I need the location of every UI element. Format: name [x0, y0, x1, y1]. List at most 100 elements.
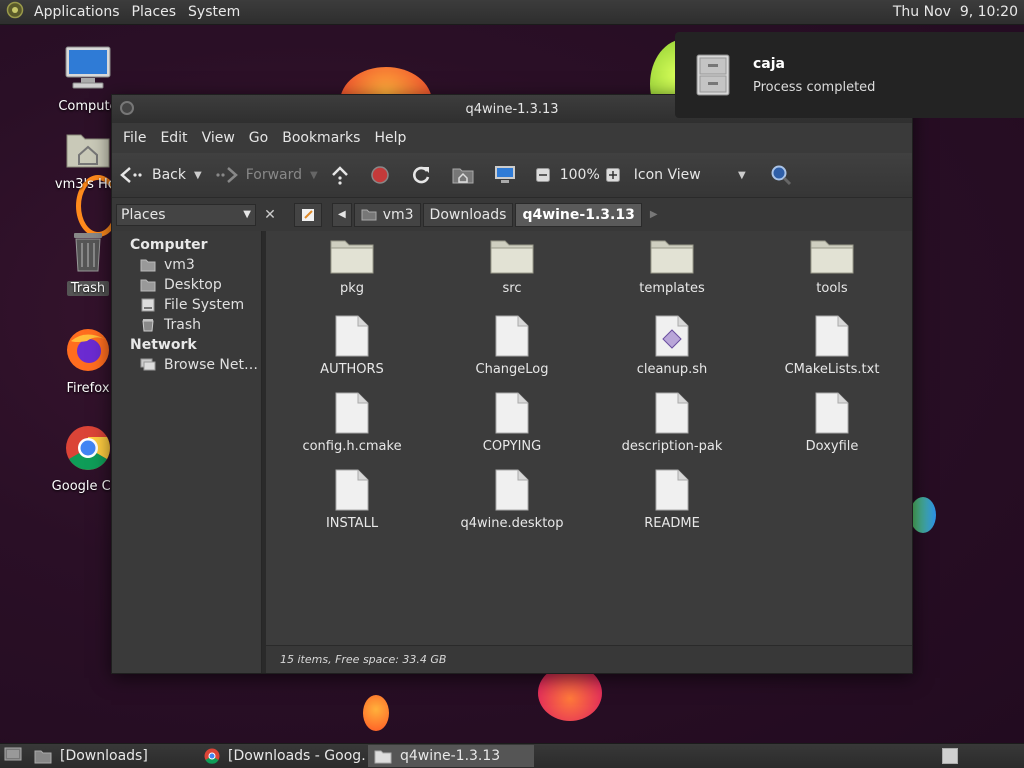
- folder-item[interactable]: tools: [752, 237, 912, 314]
- sidebar-type-value: Places: [121, 206, 166, 223]
- clock[interactable]: Thu Nov 9, 10:20: [893, 4, 1024, 20]
- stop-button[interactable]: [370, 165, 398, 185]
- breadcrumb: ◀ vm3 Downloads q4wine-1.3.13 ▶: [294, 202, 666, 228]
- bottom-panel: [Downloads] [Downloads - Goog… q4wine-1.…: [0, 743, 1024, 768]
- search-button[interactable]: [770, 164, 800, 186]
- window-menu-icon[interactable]: [120, 101, 134, 115]
- sidebar-item-file-system[interactable]: File System: [112, 295, 261, 315]
- file-item[interactable]: cleanup.sh: [592, 314, 752, 391]
- breadcrumb-current[interactable]: q4wine-1.3.13: [515, 202, 642, 227]
- taskbar-item-q4wine[interactable]: q4wine-1.3.13: [368, 745, 534, 767]
- chrome-icon: [204, 748, 220, 764]
- breadcrumb-scroll-right[interactable]: ▶: [644, 203, 664, 227]
- menu-system[interactable]: System: [182, 4, 246, 20]
- reload-icon: [412, 166, 429, 184]
- file-item[interactable]: Doxyfile: [752, 391, 912, 468]
- breadcrumb-vm3[interactable]: vm3: [353, 202, 421, 227]
- file-item[interactable]: ChangeLog: [432, 314, 592, 391]
- notification-popup[interactable]: caja Process completed: [675, 32, 1024, 118]
- menu-edit[interactable]: Edit: [153, 130, 194, 146]
- menu-go[interactable]: Go: [242, 130, 275, 146]
- folder-icon: [34, 750, 52, 763]
- sidebar-item-vm3[interactable]: vm3: [112, 255, 261, 275]
- sidebar-type-select[interactable]: Places ▼: [116, 203, 256, 226]
- edit-location-icon: [302, 208, 314, 221]
- menu-help[interactable]: Help: [367, 130, 413, 146]
- status-bar: 15 items, Free space: 33.4 GB: [266, 645, 912, 673]
- menu-bookmarks[interactable]: Bookmarks: [275, 130, 367, 146]
- home-icon: [361, 209, 377, 221]
- menubar: File Edit View Go Bookmarks Help: [112, 123, 912, 153]
- file-item[interactable]: AUTHORS: [272, 314, 432, 391]
- folder-item[interactable]: pkg: [272, 237, 432, 314]
- file-item[interactable]: INSTALL: [272, 468, 432, 545]
- computer-icon: [494, 166, 515, 183]
- home-folder-icon: [140, 259, 156, 272]
- workspace-switcher[interactable]: [942, 748, 958, 764]
- file-name-label: description-pak: [621, 439, 723, 454]
- sidebar-item-browse-network[interactable]: Browse Net…: [112, 355, 261, 375]
- view-mode-value: Icon View: [633, 167, 701, 183]
- sidebar-item-trash[interactable]: Trash: [112, 315, 261, 335]
- file-item[interactable]: q4wine.desktop: [432, 468, 592, 545]
- breadcrumb-scroll-left[interactable]: ◀: [332, 202, 352, 227]
- menu-file[interactable]: File: [116, 130, 153, 146]
- search-icon: [771, 165, 791, 186]
- file-item[interactable]: CMakeLists.txt: [752, 314, 912, 391]
- zoom-in-icon: [605, 168, 620, 182]
- text-file-icon: [815, 315, 849, 357]
- taskbar-item-label: [Downloads - Goog…: [228, 748, 366, 764]
- zoom-out-button[interactable]: 100%: [535, 167, 600, 183]
- file-item[interactable]: README: [592, 468, 752, 545]
- taskbar-item-downloads[interactable]: [Downloads]: [28, 745, 196, 767]
- file-name-label: pkg: [339, 281, 365, 296]
- text-file-icon: [335, 469, 369, 511]
- forward-button[interactable]: Forward ▼: [214, 166, 318, 184]
- computer-icon: [40, 45, 136, 95]
- computer-button[interactable]: [494, 165, 524, 185]
- text-file-icon: [495, 315, 529, 357]
- file-name-label: AUTHORS: [320, 362, 384, 377]
- file-name-label: README: [644, 516, 700, 531]
- chevron-down-icon[interactable]: ▼: [310, 170, 318, 181]
- reload-button[interactable]: [410, 164, 440, 186]
- folder-icon: [330, 240, 374, 274]
- file-name-label: CMakeLists.txt: [784, 362, 880, 377]
- menu-logo-icon[interactable]: [0, 1, 28, 23]
- home-button[interactable]: [452, 166, 482, 184]
- sidebar-item-desktop[interactable]: Desktop: [112, 275, 261, 295]
- wallpaper-shape: [363, 695, 389, 731]
- zoom-in-button[interactable]: [605, 168, 628, 182]
- menu-places[interactable]: Places: [126, 4, 183, 20]
- breadcrumb-downloads[interactable]: Downloads: [422, 202, 514, 227]
- back-button[interactable]: Back ▼: [120, 166, 202, 184]
- location-bar: Places ▼ ✕ ◀ vm3 Downloads q4wine-1.3.13…: [112, 197, 912, 231]
- file-item[interactable]: config.h.cmake: [272, 391, 432, 468]
- show-desktop-icon[interactable]: [0, 746, 28, 766]
- sidebar-item-label: Trash: [164, 317, 201, 333]
- text-file-icon: [655, 392, 689, 434]
- up-arrow-icon: [331, 166, 348, 185]
- zoom-out-icon: [535, 168, 550, 182]
- close-sidebar-icon[interactable]: ✕: [260, 207, 280, 223]
- file-item[interactable]: description-pak: [592, 391, 752, 468]
- chevron-down-icon[interactable]: ▼: [194, 170, 202, 181]
- file-name-label: ChangeLog: [475, 362, 549, 377]
- menu-applications[interactable]: Applications: [28, 4, 126, 20]
- filing-cabinet-icon: [696, 54, 730, 96]
- menu-view[interactable]: View: [195, 130, 242, 146]
- folder-item[interactable]: src: [432, 237, 592, 314]
- taskbar-item-chrome[interactable]: [Downloads - Goog…: [198, 745, 366, 767]
- text-file-icon: [335, 392, 369, 434]
- sidebar-item-label: Desktop: [164, 277, 222, 293]
- file-item[interactable]: COPYING: [432, 391, 592, 468]
- desktop-folder-icon: [140, 279, 156, 292]
- notification-title: caja: [753, 56, 785, 72]
- file-view[interactable]: pkg src templates tools AUTHORS ChangeLog clea…: [266, 231, 912, 673]
- file-name-label: Doxyfile: [805, 439, 859, 454]
- folder-item[interactable]: templates: [592, 237, 752, 314]
- toggle-location-entry-button[interactable]: [294, 202, 322, 227]
- view-mode-select[interactable]: Icon View ▼: [634, 167, 746, 183]
- sidebar-item-label: File System: [164, 297, 245, 313]
- up-button[interactable]: [330, 165, 358, 185]
